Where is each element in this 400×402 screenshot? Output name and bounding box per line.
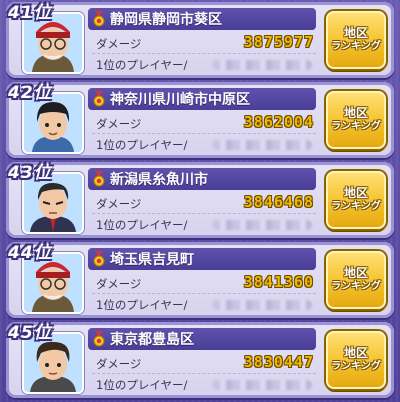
medal-icon — [93, 331, 105, 347]
button-label-line2: ランキング — [331, 281, 381, 292]
medal-icon — [93, 171, 105, 187]
area-ranking-button[interactable]: 地区 ランキング — [326, 11, 386, 69]
button-label-line2: ランキング — [331, 361, 381, 372]
medal-icon — [93, 11, 105, 27]
rank-number: 43位 — [8, 163, 52, 183]
divider — [92, 133, 316, 134]
area-name: 東京都豊島区 — [110, 332, 194, 348]
blurred-player-name — [212, 380, 312, 390]
area-name: 神奈川県川崎市中原区 — [110, 92, 250, 108]
medal-icon — [93, 251, 105, 267]
divider — [92, 53, 316, 54]
rank-number: 44位 — [8, 243, 52, 263]
divider — [92, 213, 316, 214]
button-label-line2: ランキング — [331, 121, 381, 132]
rank-number: 45位 — [8, 323, 52, 343]
divider — [92, 373, 316, 374]
damage-value: 3841360 — [243, 273, 314, 291]
button-label-line1: 地区 — [343, 186, 368, 200]
divider — [92, 293, 316, 294]
area-name: 新潟県糸魚川市 — [110, 172, 208, 188]
top-player-label: 1位のプレイヤー/ — [96, 298, 188, 312]
ranking-row: 43位 新潟県糸魚川市 ダメージ 3846468 1位のプレイヤー/ 地区 ラン… — [6, 162, 394, 238]
button-label-line2: ランキング — [331, 41, 381, 52]
blurred-player-name — [212, 140, 312, 150]
button-label-line1: 地区 — [343, 266, 368, 280]
area-name-bar: 神奈川県川崎市中原区 — [88, 88, 316, 110]
ranking-row: 45位 東京都豊島区 ダメージ 3830447 1位のプレイヤー/ 地区 ランキ… — [6, 322, 394, 398]
rank-number: 42位 — [8, 83, 52, 103]
top-player-label: 1位のプレイヤー/ — [96, 218, 188, 232]
area-name-bar: 東京都豊島区 — [88, 328, 316, 350]
damage-value: 3846468 — [243, 193, 314, 211]
ranking-row: 44位 埼玉県吉見町 ダメージ 3841360 1位のプレイヤー/ 地区 ランキ… — [6, 242, 394, 318]
button-label-line2: ランキング — [331, 201, 381, 212]
area-ranking-button[interactable]: 地区 ランキング — [326, 251, 386, 309]
damage-value: 3875977 — [243, 33, 314, 51]
blurred-player-name — [212, 300, 312, 310]
area-name-bar: 埼玉県吉見町 — [88, 248, 316, 270]
top-player-label: 1位のプレイヤー/ — [96, 138, 188, 152]
damage-label: ダメージ — [96, 197, 142, 211]
blurred-player-name — [212, 60, 312, 70]
area-ranking-button[interactable]: 地区 ランキング — [326, 171, 386, 229]
area-name: 静岡県静岡市葵区 — [110, 12, 222, 28]
ranking-row: 42位 神奈川県川崎市中原区 ダメージ 3862004 1位のプレイヤー/ 地区… — [6, 82, 394, 158]
ranking-row: 41位 静岡県静岡市葵区 ダメージ 3875977 1位のプレイヤー/ 地区 ラ… — [6, 2, 394, 78]
damage-label: ダメージ — [96, 117, 142, 131]
blurred-player-name — [212, 220, 312, 230]
top-player-label: 1位のプレイヤー/ — [96, 378, 188, 392]
area-name: 埼玉県吉見町 — [110, 252, 194, 268]
damage-label: ダメージ — [96, 357, 142, 371]
area-ranking-button[interactable]: 地区 ランキング — [326, 91, 386, 149]
button-label-line1: 地区 — [343, 106, 368, 120]
top-player-label: 1位のプレイヤー/ — [96, 58, 188, 72]
damage-label: ダメージ — [96, 277, 142, 291]
button-label-line1: 地区 — [343, 26, 368, 40]
rank-number: 41位 — [8, 3, 52, 23]
area-name-bar: 新潟県糸魚川市 — [88, 168, 316, 190]
damage-label: ダメージ — [96, 37, 142, 51]
area-ranking-button[interactable]: 地区 ランキング — [326, 331, 386, 389]
medal-icon — [93, 91, 105, 107]
damage-value: 3830447 — [243, 353, 314, 371]
button-label-line1: 地区 — [343, 346, 368, 360]
damage-value: 3862004 — [243, 113, 314, 131]
area-name-bar: 静岡県静岡市葵区 — [88, 8, 316, 30]
